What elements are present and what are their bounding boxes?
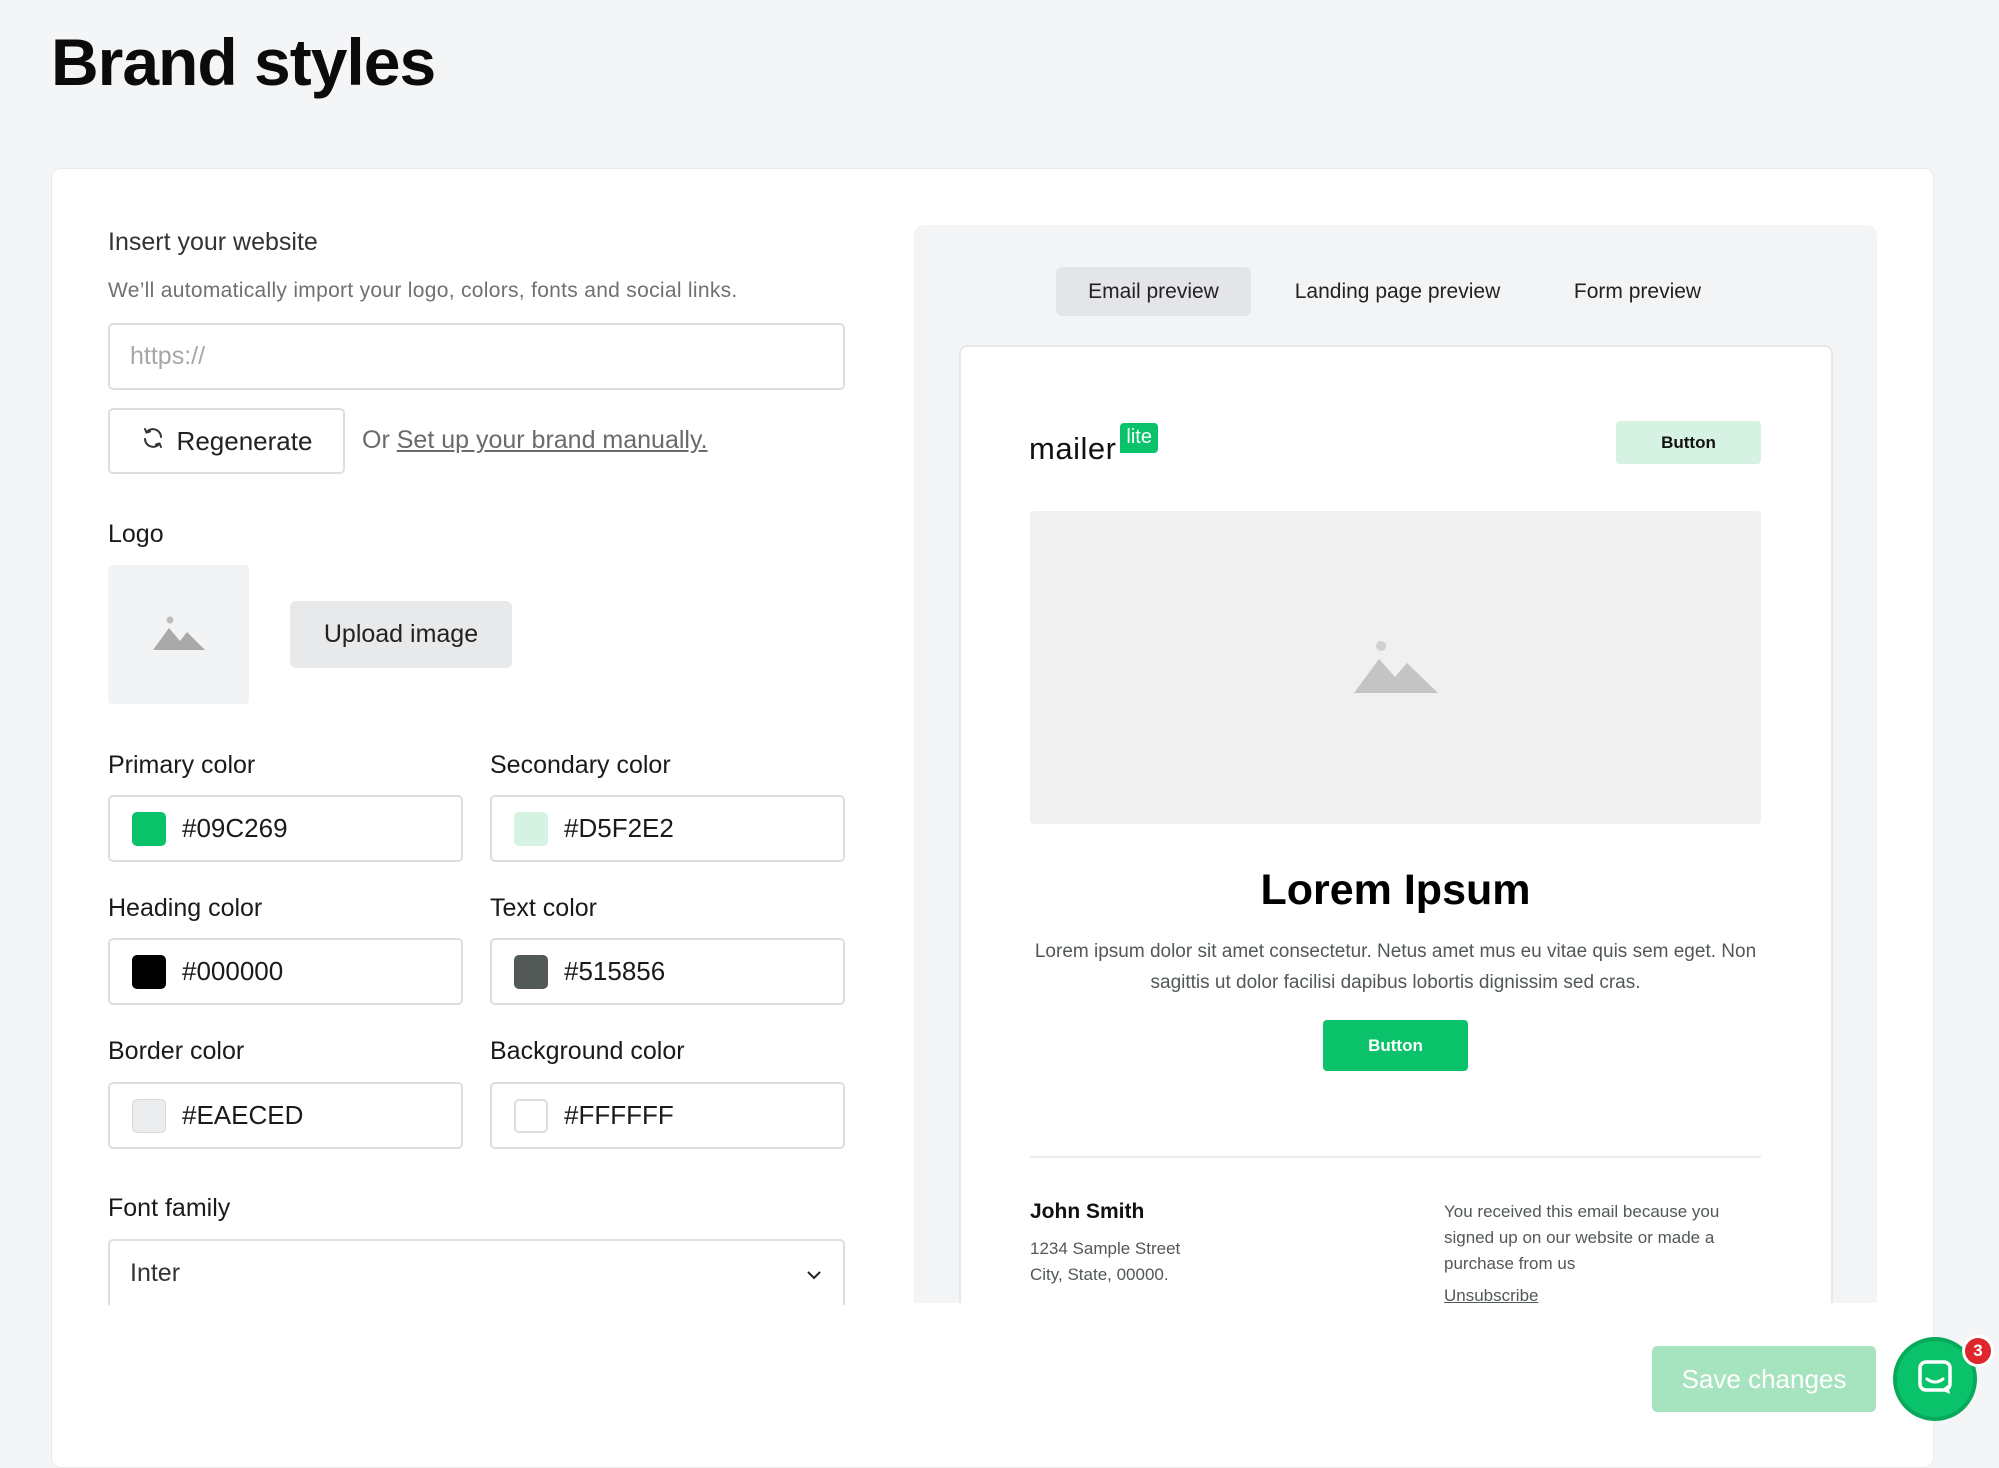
background-color-field[interactable]: #FFFFFF [490,1082,845,1149]
tab-form-preview[interactable]: Form preview [1555,267,1720,316]
footer-address-line-2: City, State, 00000. [1030,1265,1169,1284]
refresh-icon [141,426,165,457]
email-hero-image [1030,511,1761,824]
website-label: Insert your website [108,228,318,256]
background-color-value: #FFFFFF [564,1100,674,1130]
email-footer-divider [1030,1156,1761,1158]
heading-color-swatch[interactable] [132,954,166,989]
email-title: Lorem Ipsum [1260,866,1531,914]
manual-setup-text: Or Set up your brand manually. [362,426,708,455]
page-title: Brand styles [51,25,436,99]
border-color-field[interactable]: #EAECED [108,1082,463,1149]
secondary-color-value: #D5F2E2 [564,813,674,843]
save-changes-button[interactable]: Save changes [1652,1346,1876,1412]
heading-color-value: #000000 [182,956,284,986]
tab-landing-page-preview[interactable]: Landing page preview [1270,267,1525,316]
logo-word: mailer [1029,431,1117,466]
heading-color-field[interactable]: #000000 [108,938,463,1005]
background-color-label: Background color [490,1037,685,1065]
logo-badge: lite [1120,423,1158,453]
secondary-color-swatch[interactable] [514,811,548,846]
email-cta-button[interactable]: Button [1323,1020,1468,1071]
secondary-color-field[interactable]: #D5F2E2 [490,795,845,862]
website-url-field[interactable] [108,323,845,390]
text-color-field[interactable]: #515856 [490,938,845,1005]
email-header-button[interactable]: Button [1616,421,1761,464]
footer-address-line-1: 1234 Sample Street [1030,1239,1181,1258]
email-preview-frame [959,345,1833,1305]
footer-note: You received this email because you sign… [1444,1202,1720,1273]
website-help-text: We’ll automatically import your logo, co… [108,279,738,302]
regenerate-button[interactable]: Regenerate [108,408,345,474]
text-color-swatch[interactable] [514,954,548,989]
primary-color-swatch[interactable] [132,811,166,846]
border-color-swatch[interactable] [132,1098,166,1133]
logo-label: Logo [108,520,164,548]
logo-placeholder[interactable] [108,565,249,704]
text-color-value: #515856 [564,956,666,986]
font-family-select[interactable]: Inter [108,1239,845,1305]
mailerlite-logo: mailer lite [1029,423,1158,467]
secondary-color-label: Secondary color [490,751,671,779]
upload-image-button[interactable]: Upload image [290,601,512,668]
email-body-text: Lorem ipsum dolor sit amet consectetur. … [1034,941,1757,993]
chat-unread-badge: 3 [1962,1335,1994,1367]
border-color-label: Border color [108,1037,245,1065]
background-color-swatch[interactable] [514,1098,548,1133]
image-placeholder-icon [152,614,205,655]
setup-manually-link[interactable]: Set up your brand manually. [397,426,708,454]
footer-sender-name: John Smith [1030,1200,1145,1223]
primary-color-value: #09C269 [182,813,288,843]
heading-color-label: Heading color [108,894,263,922]
text-color-label: Text color [490,894,597,922]
font-family-value: Inter [130,1258,181,1287]
chevron-down-icon [805,1259,823,1288]
primary-color-label: Primary color [108,751,256,779]
tab-email-preview[interactable]: Email preview [1056,267,1251,316]
regenerate-label: Regenerate [176,425,313,456]
footer-address: 1234 Sample Street City, State, 00000. [1030,1236,1180,1288]
website-url-input[interactable] [110,325,843,388]
font-family-label: Font family [108,1194,231,1222]
primary-color-field[interactable]: #09C269 [108,795,463,862]
chat-bubble-icon [1915,1357,1955,1402]
or-label: Or [362,426,390,454]
image-placeholder-icon [1353,637,1438,698]
border-color-value: #EAECED [182,1100,304,1130]
